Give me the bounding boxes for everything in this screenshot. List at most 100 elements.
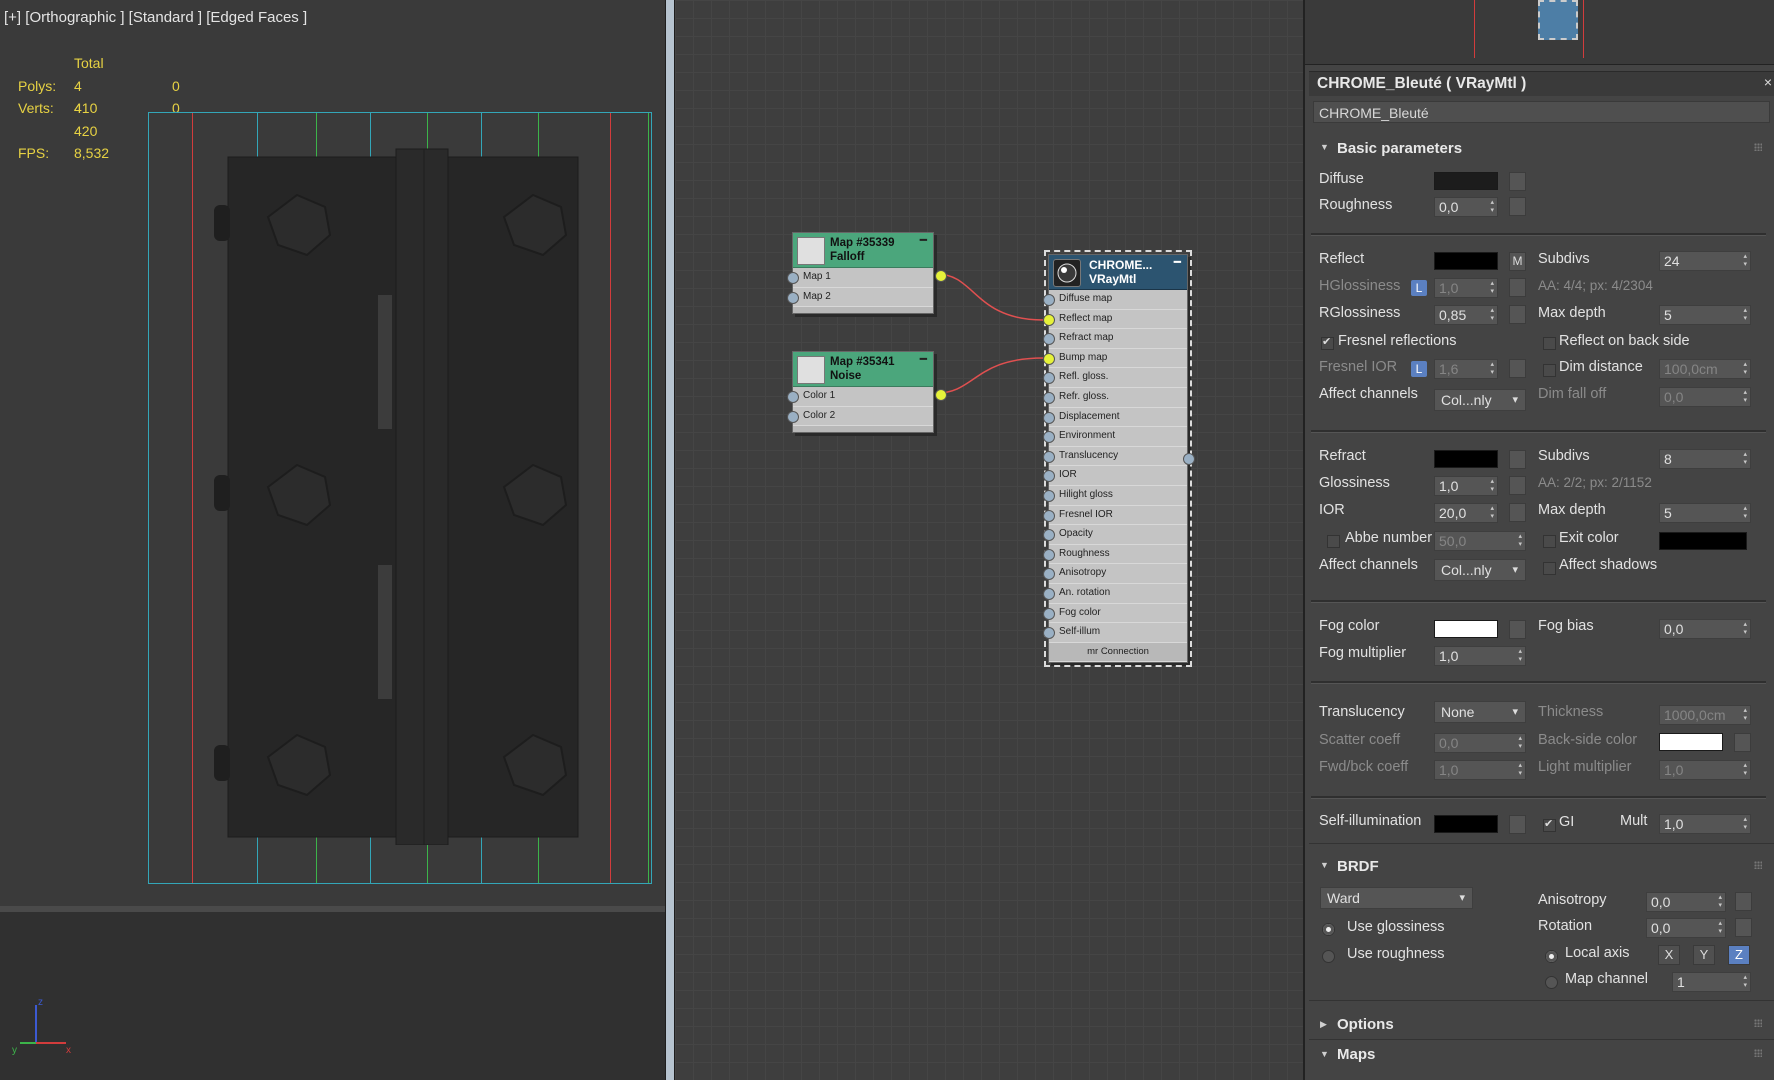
affect-shadows-checkbox[interactable] [1543, 562, 1556, 575]
axis-y-button[interactable]: Y [1693, 945, 1715, 965]
refract-color-swatch[interactable] [1434, 450, 1498, 468]
viewport-menu-plus[interactable]: [+] [4, 9, 21, 26]
input-socket[interactable] [1043, 352, 1055, 365]
rollout-options[interactable]: Options [1337, 1016, 1394, 1033]
reflect-affect-channels-dropdown[interactable]: Col...nly [1434, 389, 1526, 411]
thickness-spinner[interactable]: 1000,0cm [1659, 705, 1751, 725]
material-preview-thumbnail[interactable] [1538, 0, 1578, 40]
input-socket[interactable] [1043, 391, 1055, 404]
node-falloff-map[interactable]: Map #35339 Falloff ━ Map 1 Map 2 [787, 232, 947, 315]
fresnel-reflections-checkbox[interactable] [1321, 335, 1334, 350]
node-minimize-icon[interactable]: ━ [1174, 255, 1181, 269]
input-socket[interactable] [1043, 450, 1055, 463]
refract-affect-channels-dropdown[interactable]: Col...nly [1434, 559, 1526, 581]
refract-maxdepth-spinner[interactable]: 5 [1659, 503, 1751, 523]
brdf-type-dropdown[interactable]: Ward [1320, 887, 1473, 909]
input-socket[interactable] [787, 291, 799, 304]
glossiness-map-button[interactable] [1509, 476, 1526, 495]
input-socket[interactable] [787, 391, 799, 403]
use-glossiness-radio[interactable] [1322, 923, 1335, 936]
reflect-color-swatch[interactable] [1434, 252, 1498, 270]
input-socket[interactable] [787, 410, 799, 423]
glossiness-spinner[interactable]: 1,0 [1434, 476, 1498, 496]
translucency-dropdown[interactable]: None [1434, 701, 1526, 723]
mult-spinner[interactable]: 1,0 [1659, 814, 1751, 834]
fog-multiplier-spinner[interactable]: 1,0 [1434, 646, 1526, 666]
input-socket[interactable] [1043, 333, 1055, 346]
output-socket[interactable] [935, 389, 947, 401]
dim-falloff-spinner[interactable]: 0,0 [1659, 387, 1751, 407]
rollout-maps[interactable]: Maps [1337, 1046, 1375, 1063]
input-socket[interactable] [1043, 587, 1055, 600]
input-socket[interactable] [1043, 431, 1055, 444]
input-socket[interactable] [787, 272, 799, 284]
exit-color-swatch[interactable] [1659, 532, 1747, 550]
anisotropy-map-button[interactable] [1735, 892, 1752, 911]
dim-distance-checkbox[interactable] [1543, 364, 1556, 377]
use-roughness-radio[interactable] [1322, 950, 1335, 963]
rollout-grip-icon[interactable] [1754, 1019, 1762, 1027]
output-socket[interactable] [1183, 453, 1195, 465]
rotation-map-button[interactable] [1735, 918, 1752, 937]
input-socket[interactable] [1043, 568, 1055, 581]
input-socket[interactable] [1043, 489, 1055, 502]
input-socket[interactable] [1043, 607, 1055, 620]
reflect-subdivs-spinner[interactable]: 24 [1659, 251, 1751, 271]
diffuse-map-button[interactable] [1509, 172, 1526, 191]
input-socket[interactable] [1043, 509, 1055, 522]
input-socket[interactable] [1043, 411, 1055, 424]
fog-bias-spinner[interactable]: 0,0 [1659, 619, 1751, 639]
map-channel-spinner[interactable]: 1 [1672, 972, 1751, 992]
rollout-grip-icon[interactable] [1754, 861, 1762, 869]
fwd-bck-coeff-spinner[interactable]: 1,0 [1434, 760, 1526, 780]
rollout-brdf[interactable]: BRDF [1337, 858, 1379, 875]
rglossiness-spinner[interactable]: 0,85 [1434, 305, 1498, 325]
backside-color-map-button[interactable] [1734, 733, 1751, 752]
dim-distance-spinner[interactable]: 100,0cm [1659, 359, 1751, 379]
axis-x-button[interactable]: X [1658, 945, 1680, 965]
fog-color-swatch[interactable] [1434, 620, 1498, 638]
reflect-back-checkbox[interactable] [1543, 337, 1556, 350]
abbe-number-checkbox[interactable] [1327, 535, 1340, 548]
fresnel-ior-lock-button[interactable]: L [1411, 361, 1427, 377]
backside-color-swatch[interactable] [1659, 733, 1723, 751]
hglossiness-lock-button[interactable]: L [1411, 280, 1427, 296]
roughness-spinner[interactable]: 0,0 [1434, 197, 1498, 217]
fresnel-ior-map-button[interactable] [1509, 359, 1526, 378]
input-socket[interactable] [1043, 372, 1055, 385]
viewport-shading-standard-label[interactable]: [Standard ] [129, 9, 202, 26]
anisotropy-spinner[interactable]: 0,0 [1646, 892, 1726, 912]
input-socket[interactable] [1043, 627, 1055, 640]
material-name-field[interactable]: CHROME_Bleuté [1313, 101, 1770, 123]
refract-subdivs-spinner[interactable]: 8 [1659, 449, 1751, 469]
ior-map-button[interactable] [1509, 503, 1526, 522]
axis-z-button[interactable]: Z [1728, 945, 1750, 965]
input-socket[interactable] [1043, 529, 1055, 542]
scatter-coeff-spinner[interactable]: 0,0 [1434, 733, 1526, 753]
refract-map-button[interactable] [1509, 450, 1526, 469]
rollout-basic-parameters[interactable]: Basic parameters [1337, 140, 1462, 157]
viewport-splitter[interactable] [665, 0, 675, 1080]
collapse-triangle-icon[interactable]: ▼ [1320, 142, 1329, 152]
node-minimize-icon[interactable]: ━ [920, 352, 927, 366]
self-illumination-map-button[interactable] [1509, 815, 1526, 834]
viewport-view-label[interactable]: [Orthographic ] [25, 9, 124, 26]
input-socket[interactable] [1043, 313, 1055, 326]
fog-color-map-button[interactable] [1509, 620, 1526, 639]
local-axis-radio[interactable] [1545, 950, 1558, 963]
fresnel-ior-spinner[interactable]: 1,6 [1434, 359, 1498, 379]
rotation-spinner[interactable]: 0,0 [1646, 918, 1726, 938]
gi-checkbox[interactable] [1543, 817, 1556, 832]
abbe-number-spinner[interactable]: 50,0 [1434, 531, 1526, 551]
collapse-triangle-icon[interactable]: ▼ [1320, 860, 1329, 870]
rollout-grip-icon[interactable] [1754, 143, 1762, 151]
diffuse-color-swatch[interactable] [1434, 172, 1498, 190]
exit-color-checkbox[interactable] [1543, 535, 1556, 548]
roughness-map-button[interactable] [1509, 197, 1526, 216]
rollout-grip-icon[interactable] [1754, 1049, 1762, 1057]
slate-node-editor[interactable]: Map #35339 Falloff ━ Map 1 Map 2 Map #35… [675, 0, 1305, 1080]
ior-spinner[interactable]: 20,0 [1434, 503, 1498, 523]
hglossiness-map-button[interactable] [1509, 278, 1526, 297]
input-socket[interactable] [1043, 470, 1055, 483]
reflect-map-button[interactable]: M [1509, 252, 1526, 271]
